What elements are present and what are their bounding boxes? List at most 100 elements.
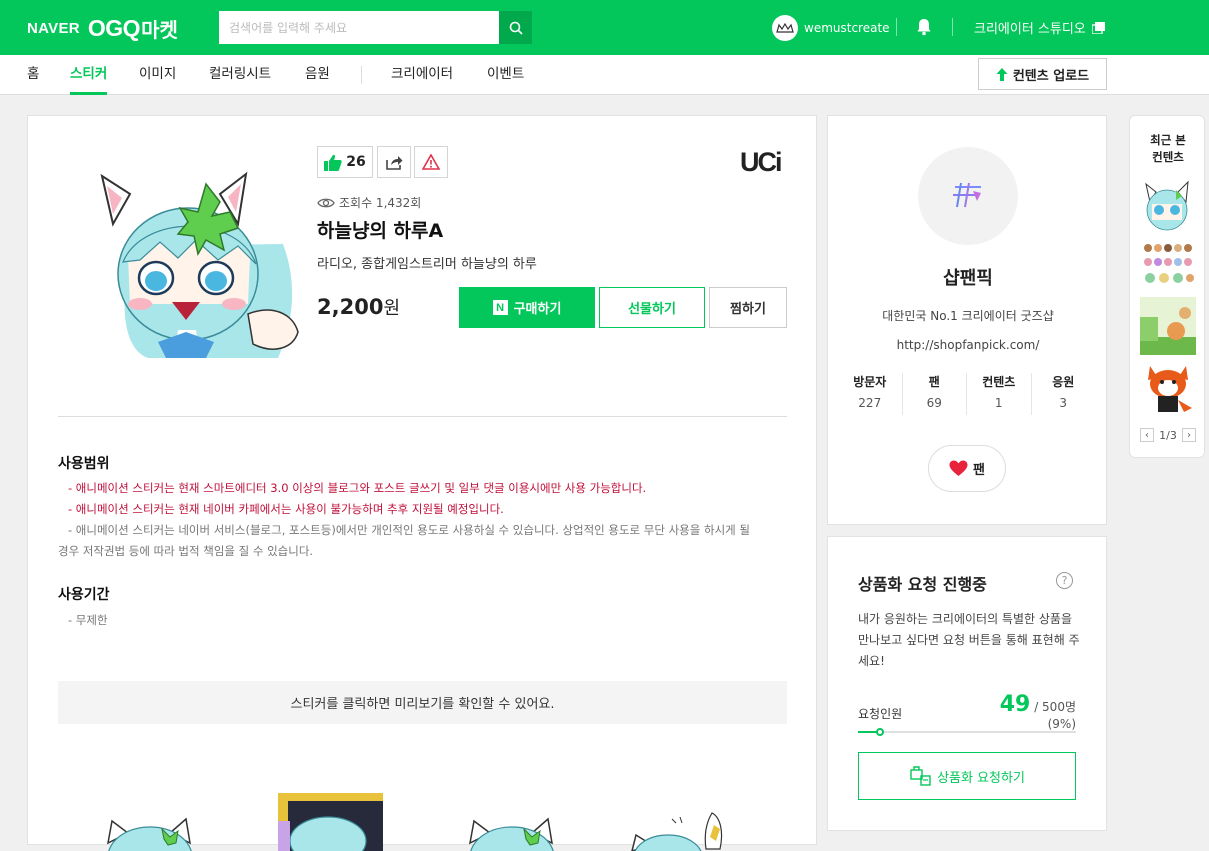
recent-title-line2: 컨텐츠 xyxy=(1152,150,1184,164)
stat-value: 1 xyxy=(994,396,1003,410)
creator-panel: 샵팬픽 대한민국 No.1 크리에이터 굿즈샵 http://shopfanpi… xyxy=(827,115,1107,525)
recent-pager: ‹ 1/3 › xyxy=(1140,427,1196,443)
usage-scope-title: 사용범위 xyxy=(58,456,110,472)
nav-divider xyxy=(361,66,362,84)
product-panel: 26 UCi 조회수 1,432회 하늘냥의 하루A 라디오, 종합게임스트리머… xyxy=(27,115,817,851)
eye-icon xyxy=(317,198,335,207)
nav-music[interactable]: 음원 xyxy=(305,55,330,95)
product-description: 라디오, 종합게임스트리머 하늘냥의 하루 xyxy=(317,257,537,272)
usage-scope-line: 경우 저작권법 등에 따라 법적 책임을 질 수 있습니다. xyxy=(58,544,314,558)
sticker-preview-2[interactable] xyxy=(278,791,383,851)
share-icon xyxy=(386,156,403,170)
creator-tagline: 대한민국 No.1 크리에이터 굿즈샵 xyxy=(882,309,1054,323)
thumbs-up-icon xyxy=(324,154,342,171)
stat-label: 방문자 xyxy=(853,375,887,389)
sticker-thumbnail[interactable] xyxy=(88,164,308,358)
view-count-text: 조회수 1,432회 xyxy=(339,196,422,210)
recent-item-1[interactable] xyxy=(1140,178,1196,232)
upload-arrow-icon xyxy=(996,67,1008,81)
studio-label: 크리에이터 스튜디오 xyxy=(974,22,1086,37)
progress-knob xyxy=(875,728,884,736)
stat-cheers: 응원 3 xyxy=(1032,373,1096,415)
header-divider xyxy=(952,18,953,36)
request-count: 49 / 500명 (9%) xyxy=(973,692,1076,731)
usage-period-title: 사용기간 xyxy=(58,587,110,603)
nav-coloring-sheet[interactable]: 컬러링시트 xyxy=(209,55,271,95)
search-button[interactable] xyxy=(499,11,532,44)
request-count-total: / 500명 (9%) xyxy=(1034,700,1076,731)
wishlist-button[interactable]: 찜하기 xyxy=(709,287,787,328)
nav-home[interactable]: 홈 xyxy=(27,55,39,95)
like-count: 26 xyxy=(346,154,366,170)
report-button[interactable] xyxy=(414,146,448,178)
usage-scope-line: - 애니메이션 스티커는 현재 스마트에디터 3.0 이상의 블로그와 포스트 … xyxy=(68,481,647,495)
stat-contents: 컨텐츠 1 xyxy=(967,373,1032,415)
price-unit: 원 xyxy=(383,298,400,319)
like-button[interactable]: 26 xyxy=(317,146,373,178)
sticker-preview-4[interactable] xyxy=(628,791,738,851)
prev-page-button[interactable]: ‹ xyxy=(1140,428,1154,442)
gift-button[interactable]: 선물하기 xyxy=(599,287,705,328)
header-divider xyxy=(896,18,897,36)
avatar xyxy=(772,14,798,41)
product-title: 하늘냥의 하루A xyxy=(317,220,444,242)
request-product-button[interactable]: 상품화 요청하기 xyxy=(858,752,1076,800)
stat-value: 227 xyxy=(858,396,882,410)
recent-title: 최근 본컨텐츠 xyxy=(1130,132,1206,166)
view-count: 조회수 1,432회 xyxy=(317,194,421,211)
request-count-label: 요청인원 xyxy=(858,707,903,721)
usage-scope-line: - 애니메이션 스티커는 현재 네이버 카페에서는 사용이 불가능하며 추후 지… xyxy=(68,502,504,516)
sticker-preview-3[interactable] xyxy=(458,791,568,851)
usage-period-value: - 무제한 xyxy=(68,613,108,627)
upload-label: 컨텐츠 업로드 xyxy=(1012,68,1090,84)
recent-item-4[interactable] xyxy=(1140,362,1196,416)
username: wemustcreate xyxy=(804,20,890,35)
recent-item-3[interactable] xyxy=(1140,297,1196,355)
recent-title-line1: 최근 본 xyxy=(1150,133,1186,147)
creator-stats: 방문자 227 팬 69 컨텐츠 1 응원 3 xyxy=(838,373,1095,415)
stat-value: 69 xyxy=(926,396,942,410)
creator-studio-link[interactable]: 크리에이터 스튜디오 xyxy=(974,18,1105,37)
logo-ogq-text: OGQ xyxy=(87,14,141,41)
request-description: 내가 응원하는 크리에이터의 특별한 상품을 만나보고 싶다면 요청 버튼을 통… xyxy=(858,612,1080,668)
request-count-value: 49 xyxy=(999,692,1031,717)
nav-sticker[interactable]: 스티커 xyxy=(70,55,108,95)
recent-contents-panel: 최근 본컨텐츠 ‹ 1/3 › xyxy=(1129,115,1205,458)
share-button[interactable] xyxy=(377,146,411,178)
search-icon xyxy=(509,21,523,35)
stat-label: 팬 xyxy=(928,375,940,389)
stat-label: 컨텐츠 xyxy=(982,375,1016,389)
content-upload-button[interactable]: 컨텐츠 업로드 xyxy=(978,58,1107,90)
top-header: NAVER OGQ 마켓 wemustcreate 크리에이터 스튜디오 xyxy=(0,0,1209,55)
search-input[interactable] xyxy=(219,11,499,44)
user-menu[interactable]: wemustcreate xyxy=(772,14,890,41)
stat-label: 응원 xyxy=(1052,375,1075,389)
help-icon[interactable]: ? xyxy=(1056,572,1073,589)
preview-notice: 스티커를 클릭하면 미리보기를 확인할 수 있어요. xyxy=(58,681,787,724)
recent-item-2[interactable] xyxy=(1140,240,1196,290)
warning-icon xyxy=(422,154,440,170)
buy-button[interactable]: N 구매하기 xyxy=(459,287,595,328)
request-title: 상품화 요청 진행중 xyxy=(858,575,987,594)
price-value: 2,200 xyxy=(317,295,384,319)
fan-label: 팬 xyxy=(973,463,985,478)
notification-button[interactable] xyxy=(916,18,932,40)
creator-name: 샵팬픽 xyxy=(943,268,993,289)
creator-url[interactable]: http://shopfanpick.com/ xyxy=(828,338,1108,352)
creator-avatar[interactable] xyxy=(918,147,1018,245)
buy-label: 구매하기 xyxy=(513,302,562,317)
sticker-preview-1[interactable] xyxy=(98,791,208,851)
bell-icon xyxy=(917,19,931,36)
nav-creator[interactable]: 크리에이터 xyxy=(391,55,453,95)
product-request-icon xyxy=(910,766,931,786)
stat-fans: 팬 69 xyxy=(903,373,967,415)
nav-event[interactable]: 이벤트 xyxy=(487,55,524,95)
logo-market-text: 마켓 xyxy=(141,17,178,42)
next-page-button[interactable]: › xyxy=(1181,428,1196,442)
fan-button[interactable]: 팬 xyxy=(928,445,1006,492)
stat-visitors: 방문자 227 xyxy=(838,373,903,415)
logo-naver-text: NAVER xyxy=(27,19,80,37)
nav-image[interactable]: 이미지 xyxy=(139,55,176,95)
window-icon xyxy=(1091,21,1105,34)
naver-ogq-logo[interactable]: NAVER OGQ 마켓 xyxy=(27,14,178,42)
